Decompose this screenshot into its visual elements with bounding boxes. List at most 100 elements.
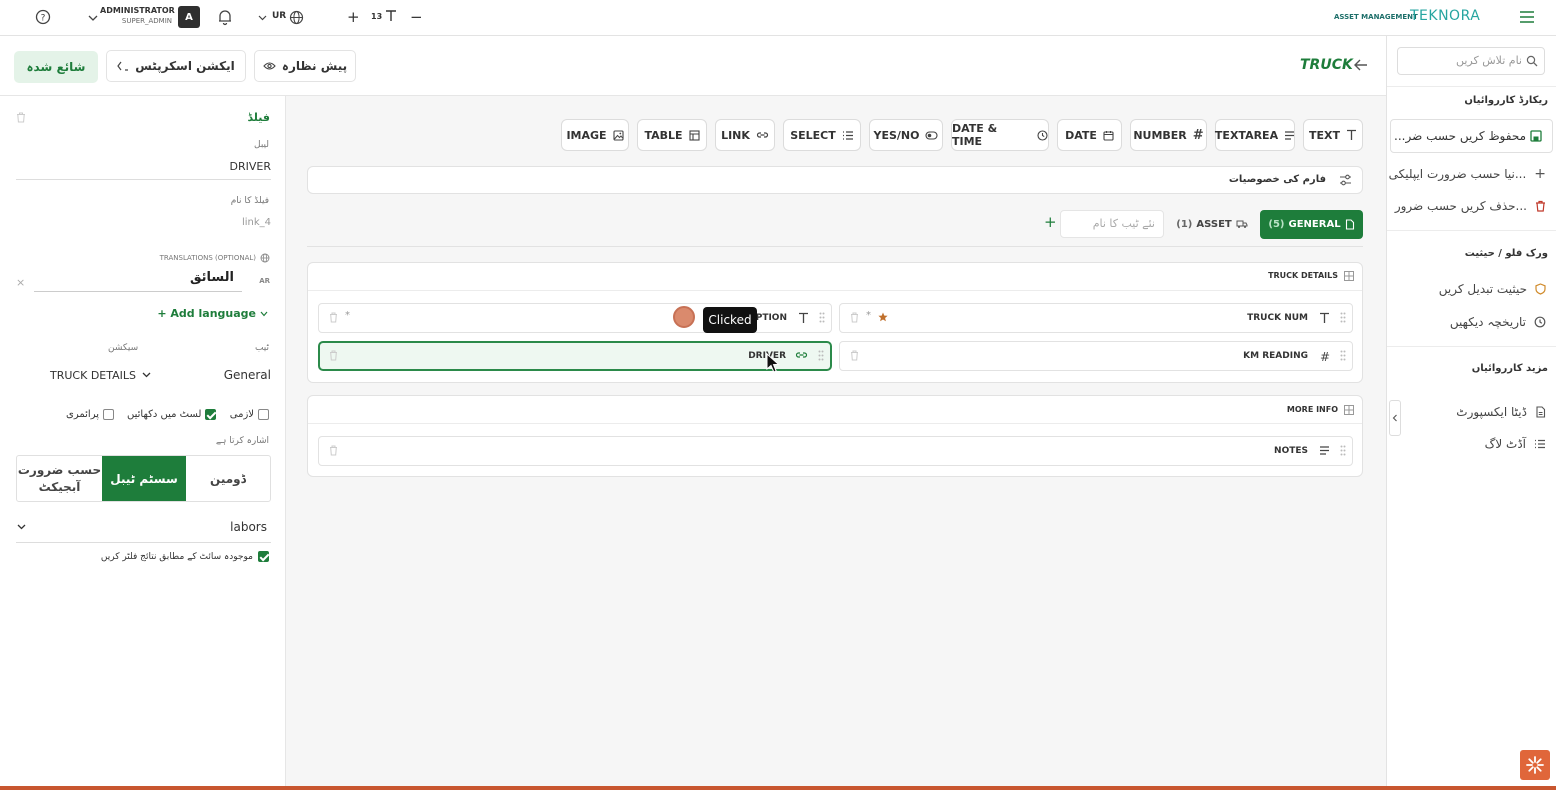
add-tab-button[interactable]: +: [1044, 213, 1057, 231]
new-tab-input[interactable]: نئے ٹیب کا نام: [1060, 210, 1164, 238]
view-history-action[interactable]: تاریخچہ دیکھیں: [1450, 315, 1546, 329]
delete-action-label: حذف کریں حسب ضرور...: [1394, 199, 1527, 213]
link-icon: [756, 130, 769, 140]
translation-input[interactable]: السائق: [34, 268, 242, 292]
language-chevron-icon[interactable]: [258, 14, 267, 22]
required-checkbox[interactable]: لازمی: [230, 409, 269, 420]
new-action-label: نیا حسب ضرورت ایپلیکی...: [1388, 167, 1527, 181]
view-history-label: تاریخچہ دیکھیں: [1449, 315, 1526, 329]
delete-field-icon[interactable]: [329, 350, 338, 361]
publish-button[interactable]: شائع شدہ: [14, 51, 98, 83]
section-select[interactable]: TRUCK DETAILS: [16, 364, 160, 386]
add-language-button[interactable]: + Add language: [157, 307, 268, 320]
label-input[interactable]: DRIVER: [16, 156, 271, 180]
code-icon: [117, 61, 129, 71]
field-label: NOTES: [1274, 446, 1308, 456]
field-name-input[interactable]: link_4: [16, 212, 271, 236]
add-field-table-button[interactable]: TABLE: [637, 119, 707, 151]
delete-custom-action[interactable]: حذف کریں حسب ضرور...: [1395, 199, 1546, 213]
section-grid-icon[interactable]: [1344, 405, 1354, 415]
preview-button[interactable]: پیش نظارہ: [254, 50, 356, 82]
collapse-panel-handle[interactable]: [1389, 400, 1401, 436]
save-action-label: محفوظ کریں حسب ضر...: [1394, 129, 1526, 143]
tab-select[interactable]: General: [164, 364, 271, 386]
user-role: SUPER_ADMIN: [121, 17, 172, 25]
tab-general-label: GENERAL: [1288, 219, 1341, 230]
filter-by-site-checkbox-box[interactable]: [258, 551, 269, 562]
primary-checkbox-box[interactable]: [103, 409, 114, 420]
globe-icon[interactable]: [289, 10, 304, 25]
user-info[interactable]: ADMINISTRATOR SUPER_ADMIN: [100, 6, 175, 25]
field-truck-num[interactable]: TRUCK NUM *: [839, 303, 1353, 333]
action-scripts-button[interactable]: ایکشن اسکرپٹس: [106, 50, 246, 82]
segment-system-table[interactable]: سسٹم ٹیبل: [102, 456, 186, 501]
search-box[interactable]: نام تلاش کریں: [1397, 47, 1545, 75]
section-grid-icon[interactable]: [1344, 271, 1354, 281]
add-field-image-button[interactable]: IMAGE: [561, 119, 629, 151]
change-status-action[interactable]: حیثیت تبدیل کریں: [1439, 282, 1546, 296]
segment-custom-object[interactable]: حسب ضرورت آبجیکٹ: [17, 456, 102, 501]
font-decrease-button[interactable]: −: [410, 8, 423, 26]
trash-icon: [1535, 200, 1546, 212]
drag-handle-icon[interactable]: [819, 312, 825, 323]
form-properties-bar[interactable]: فارم کی خصوصیات: [307, 166, 1363, 194]
drag-handle-icon[interactable]: [1340, 350, 1346, 361]
filter-by-site-checkbox[interactable]: موجودہ سائٹ کے مطابق نتائج فلٹر کریں: [101, 551, 269, 562]
tab-asset[interactable]: (1) ASSET: [1170, 210, 1254, 239]
globe-icon: [260, 253, 270, 263]
remove-translation-icon[interactable]: ×: [16, 276, 25, 289]
add-field-yes-no-button[interactable]: YES/NO: [869, 119, 943, 151]
new-custom-action[interactable]: نیا حسب ضرورت ایپلیکی... +: [1389, 166, 1546, 182]
shield-icon: [1535, 283, 1546, 295]
delete-field-icon[interactable]: [16, 112, 26, 123]
assistant-sparkle-icon[interactable]: [1520, 750, 1550, 780]
field-notes[interactable]: NOTES: [318, 436, 1353, 466]
divider: [308, 423, 1362, 424]
brand-logo[interactable]: TEKNORA: [1410, 8, 1480, 24]
field-driver[interactable]: DRIVER: [318, 341, 832, 371]
drag-handle-icon[interactable]: [1340, 445, 1346, 456]
tab-general[interactable]: (5) GENERAL: [1260, 210, 1363, 239]
add-field-select-button[interactable]: SELECT: [783, 119, 861, 151]
save-custom-action[interactable]: محفوظ کریں حسب ضر...: [1390, 119, 1553, 153]
sliders-icon: [1339, 174, 1352, 186]
font-increase-button[interactable]: +: [347, 8, 360, 26]
primary-checkbox[interactable]: پرائمری: [66, 409, 114, 420]
back-arrow-icon[interactable]: [1353, 58, 1368, 72]
add-field-date-button[interactable]: DATE: [1057, 119, 1122, 151]
drag-handle-icon[interactable]: [818, 350, 824, 361]
target-table-select[interactable]: labors: [16, 516, 271, 543]
add-field-textarea-button[interactable]: TEXTAREA: [1215, 119, 1295, 151]
text-type-icon: [798, 312, 809, 324]
required-mark: *: [866, 310, 871, 321]
section-select-value: TRUCK DETAILS: [50, 368, 136, 382]
star-icon[interactable]: [878, 312, 888, 322]
section-more-info: MORE INFO NOTES: [307, 395, 1363, 477]
user-menu-chevron-icon[interactable]: [88, 14, 98, 22]
delete-field-icon[interactable]: [850, 350, 859, 361]
segment-domain[interactable]: ڈومین: [186, 456, 270, 501]
language-code[interactable]: UR: [272, 11, 286, 21]
data-export-action[interactable]: ڈیٹا ایکسپورٹ: [1456, 405, 1546, 419]
drag-handle-icon[interactable]: [1340, 312, 1346, 323]
add-field-text-button[interactable]: TEXT: [1303, 119, 1363, 151]
required-checkbox-box[interactable]: [258, 409, 269, 420]
show-in-list-checkbox[interactable]: لسٹ میں دکھائیں: [127, 409, 217, 420]
label-value: DRIVER: [229, 160, 271, 173]
add-field-date-time-button[interactable]: DATE & TIME: [951, 119, 1049, 151]
delete-field-icon[interactable]: [329, 312, 338, 323]
hamburger-menu-icon[interactable]: [1519, 10, 1535, 24]
bell-icon[interactable]: [216, 8, 234, 26]
textarea-type-icon: [1319, 446, 1330, 455]
audit-log-action[interactable]: آڈٹ لاگ: [1485, 437, 1546, 451]
help-icon[interactable]: ?: [34, 8, 52, 26]
delete-field-icon[interactable]: [329, 445, 338, 456]
avatar[interactable]: A: [178, 6, 200, 28]
field-km-reading[interactable]: KM READING #: [839, 341, 1353, 371]
translations-header: TRANSLATIONS (OPTIONAL): [160, 253, 270, 263]
delete-field-icon[interactable]: [850, 312, 859, 323]
add-field-link-button[interactable]: LINK: [715, 119, 775, 151]
field-label: TRUCK NUM: [1247, 313, 1308, 323]
show-in-list-checkbox-box[interactable]: [205, 409, 217, 420]
add-field-number-button[interactable]: NUMBER #: [1130, 119, 1207, 151]
